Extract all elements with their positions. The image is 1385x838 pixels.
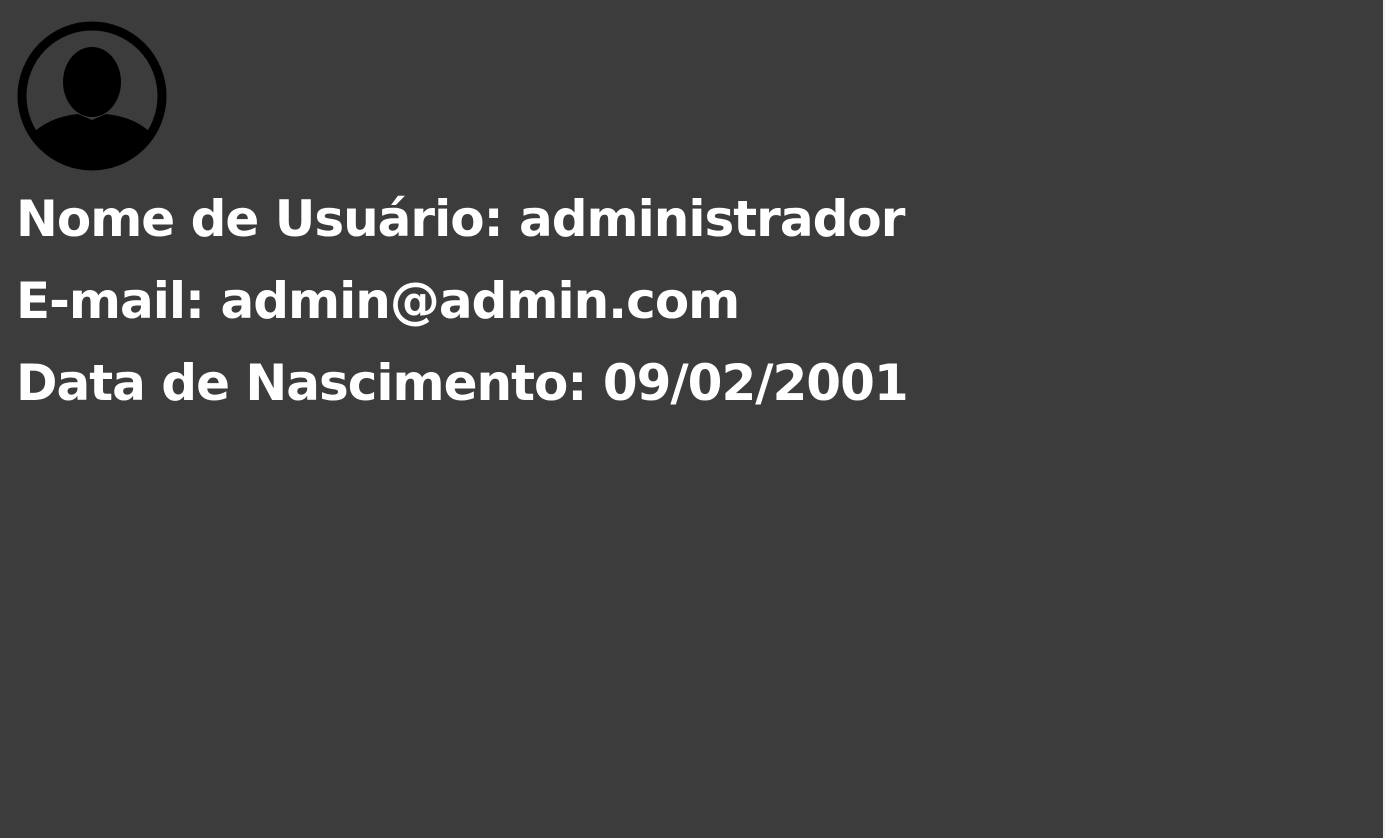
profile-info: Nome de Usuário: administrador E-mail: a… <box>16 178 909 424</box>
profile-window: Nome de Usuário: administrador E-mail: a… <box>0 0 1385 838</box>
email-value: admin@admin.com <box>220 272 740 330</box>
email-label: E-mail: <box>16 272 205 330</box>
birthdate-line: Data de Nascimento: 09/02/2001 <box>16 342 909 424</box>
email-line: E-mail: admin@admin.com <box>16 260 908 342</box>
username-value: administrador <box>519 190 905 248</box>
profile-panel: Nome de Usuário: administrador E-mail: a… <box>16 20 909 424</box>
birthdate-value: 09/02/2001 <box>602 354 909 412</box>
username-line: Nome de Usuário: administrador <box>16 178 908 260</box>
username-label: Nome de Usuário: <box>16 190 504 248</box>
birthdate-label: Data de Nascimento: <box>16 354 587 412</box>
user-avatar-icon <box>16 20 168 172</box>
